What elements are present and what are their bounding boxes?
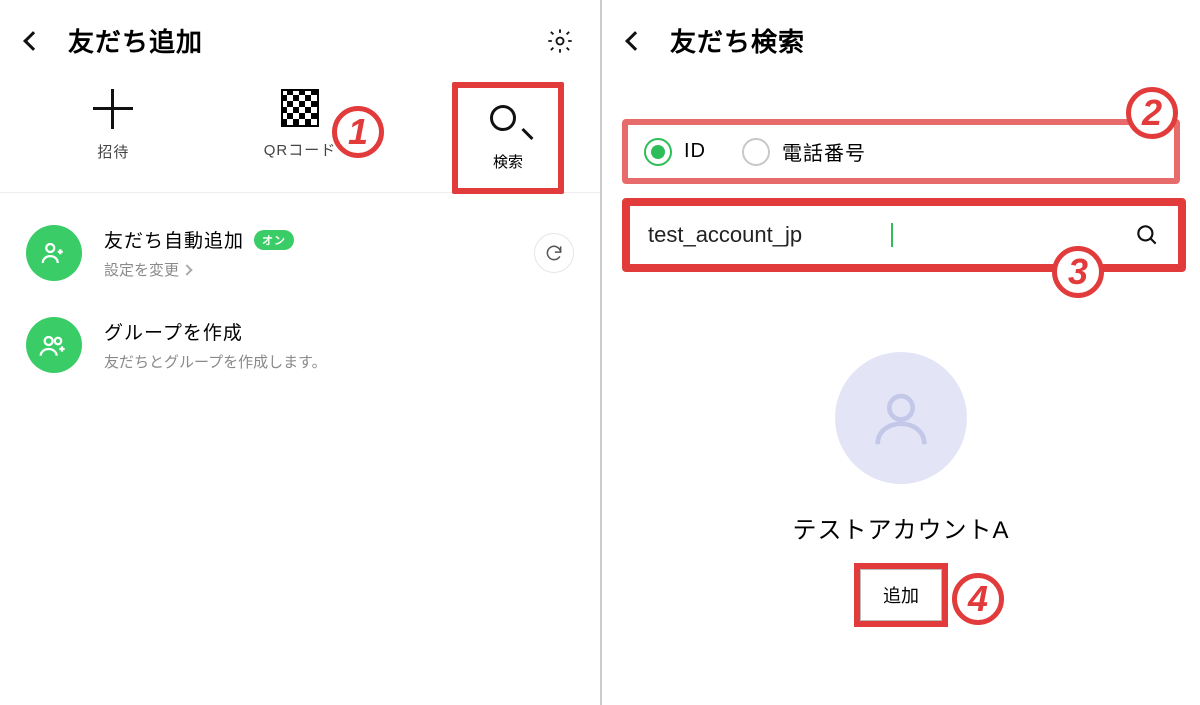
auto-add-friends-row[interactable]: 友だち自動追加 オン 設定を変更 (0, 207, 600, 299)
create-group-avatar-icon (26, 317, 82, 373)
back-icon[interactable] (23, 31, 43, 51)
add-friends-screen: 友だち追加 招待 QRコード 検索 1 (0, 0, 600, 705)
radio-id-label: ID (684, 140, 706, 163)
text-cursor (891, 223, 893, 247)
auto-add-title: 友だち自動追加 (104, 226, 244, 253)
settings-gear-icon[interactable] (546, 27, 574, 55)
auto-add-avatar-icon (26, 225, 82, 281)
result-avatar-icon (835, 352, 967, 484)
refresh-button[interactable] (534, 233, 574, 273)
back-icon[interactable] (625, 31, 645, 51)
create-group-title: グループを作成 (104, 318, 243, 345)
chevron-right-icon (181, 264, 192, 275)
page-title-right: 友だち検索 (670, 22, 1174, 59)
radio-id[interactable]: ID (644, 138, 706, 166)
create-group-row[interactable]: グループを作成 友だちとグループを作成します。 (0, 299, 600, 391)
search-submit-icon[interactable] (1134, 222, 1160, 248)
qrcode-icon (281, 89, 319, 127)
search-input-wrap: test_account_jp 3 (622, 198, 1186, 272)
add-friend-button[interactable]: 追加 (860, 569, 942, 621)
qrcode-label: QRコード (264, 139, 337, 160)
auto-add-main: 友だち自動追加 オン 設定を変更 (104, 226, 512, 280)
radio-phone[interactable]: 電話番号 (742, 137, 866, 166)
annotation-marker-4: 4 (952, 573, 1004, 625)
create-group-sub: 友だちとグループを作成します。 (104, 351, 327, 372)
search-input-value: test_account_jp (648, 222, 889, 248)
plus-icon (93, 89, 133, 129)
search-type-selector: ID 電話番号 2 (622, 119, 1180, 184)
annotation-marker-3: 3 (1052, 246, 1104, 298)
result-username: テストアカウントA (602, 510, 1200, 545)
search-button[interactable]: 検索 (452, 82, 564, 194)
search-icon (490, 105, 526, 141)
search-result: テストアカウントA 追加 4 (602, 352, 1200, 627)
invite-label: 招待 (97, 141, 129, 162)
add-button-highlight: 追加 4 (854, 563, 948, 627)
radio-unselected-icon (742, 138, 770, 166)
radio-phone-label: 電話番号 (782, 137, 866, 166)
create-group-main: グループを作成 友だちとグループを作成します。 (104, 318, 574, 372)
auto-add-sub: 設定を変更 (104, 259, 179, 280)
annotation-marker-2: 2 (1126, 87, 1178, 139)
on-badge: オン (254, 230, 294, 250)
page-title: 友だち追加 (68, 22, 546, 59)
header: 友だち追加 (0, 0, 600, 69)
header-right: 友だち検索 (602, 0, 1200, 69)
search-label: 検索 (493, 151, 523, 172)
friend-search-screen: 友だち検索 ID 電話番号 2 test_account_jp 3 (600, 0, 1200, 705)
radio-selected-icon (644, 138, 672, 166)
invite-button[interactable]: 招待 (63, 89, 163, 162)
annotation-marker-1: 1 (332, 106, 384, 158)
